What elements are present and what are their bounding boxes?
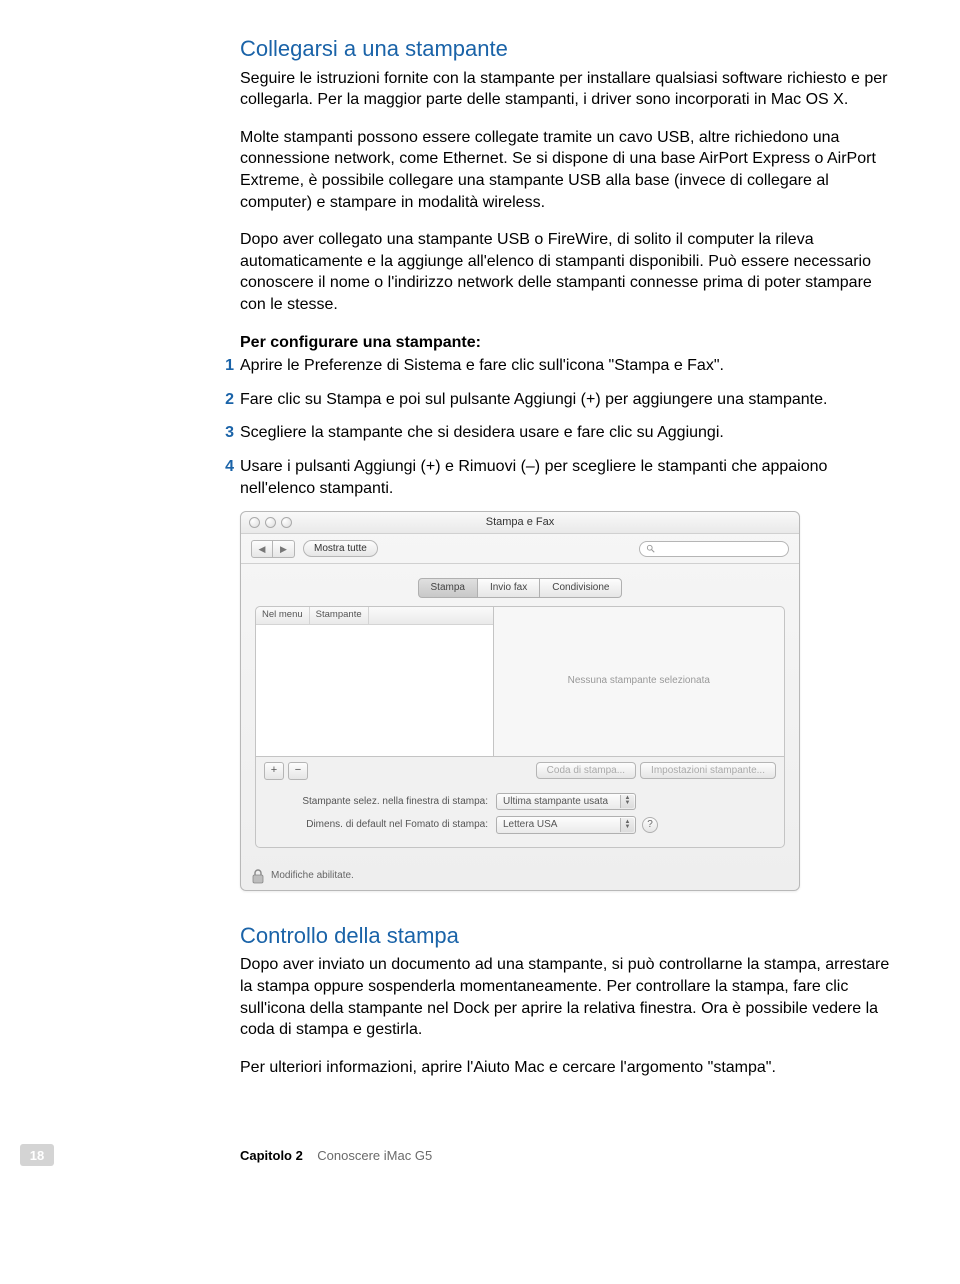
- default-size-label: Dimens. di default nel Fomato di stampa:: [266, 818, 496, 832]
- lock-icon[interactable]: [251, 868, 265, 884]
- tab-invio-fax[interactable]: Invio fax: [478, 578, 540, 598]
- add-printer-button[interactable]: +: [264, 762, 284, 780]
- step-item: Usare i pulsanti Aggiungi (+) e Rimuovi …: [218, 456, 890, 499]
- printer-detail-pane: Nessuna stampante selezionata: [494, 607, 784, 756]
- printer-settings-button[interactable]: Impostazioni stampante...: [640, 762, 776, 780]
- col-printer: Stampante: [310, 607, 369, 624]
- steps-list: Aprire le Preferenze di Sistema e fare c…: [218, 355, 890, 499]
- no-printer-text: Nessuna stampante selezionata: [568, 674, 710, 688]
- page-number: 18: [20, 1144, 54, 1166]
- popup-value: Lettera USA: [503, 819, 557, 830]
- footer-chapter: Capitolo 2: [240, 1148, 303, 1163]
- nav-buttons: ◀ ▶: [251, 540, 295, 558]
- paragraph: Seguire le istruzioni fornite con la sta…: [240, 68, 890, 111]
- footer-title: Conoscere iMac G5: [317, 1148, 432, 1163]
- forward-button[interactable]: ▶: [273, 540, 295, 558]
- tab-stampa[interactable]: Stampa: [418, 578, 478, 598]
- search-icon: [646, 544, 655, 553]
- printer-list[interactable]: Nel menu Stampante: [256, 607, 494, 756]
- window-titlebar: Stampa e Fax: [241, 512, 799, 534]
- search-input[interactable]: [639, 541, 789, 557]
- selected-printer-popup[interactable]: Ultima stampante usata ▲▼: [496, 793, 636, 811]
- window-toolbar: ◀ ▶ Mostra tutte: [241, 534, 799, 564]
- section-heading-connect: Collegarsi a una stampante: [240, 34, 890, 64]
- step-item: Aprire le Preferenze di Sistema e fare c…: [218, 355, 890, 377]
- page-footer: 18 Capitolo 2 Conoscere iMac G5: [0, 1114, 960, 1186]
- default-size-popup[interactable]: Lettera USA ▲▼: [496, 816, 636, 834]
- paragraph: Dopo aver inviato un documento ad una st…: [240, 954, 890, 1040]
- col-in-menu: Nel menu: [256, 607, 310, 624]
- tab-bar: Stampa Invio fax Condivisione: [255, 578, 785, 598]
- paragraph: Per ulteriori informazioni, aprire l'Aiu…: [240, 1057, 890, 1079]
- paragraph: Molte stampanti possono essere collegate…: [240, 127, 890, 213]
- list-header: Nel menu Stampante: [256, 607, 493, 625]
- prefs-window: Stampa e Fax ◀ ▶ Mostra tutte Stampa Inv…: [240, 511, 800, 891]
- step-item: Scegliere la stampante che si desidera u…: [218, 422, 890, 444]
- lock-row: Modifiche abilitate.: [241, 862, 799, 890]
- print-queue-button[interactable]: Coda di stampa...: [536, 762, 636, 780]
- section-heading-control: Controllo della stampa: [240, 921, 890, 951]
- remove-printer-button[interactable]: −: [288, 762, 308, 780]
- tab-condivisione[interactable]: Condivisione: [540, 578, 622, 598]
- printer-pane: Nel menu Stampante Nessuna stampante sel…: [255, 606, 785, 848]
- steps-heading: Per configurare una stampante:: [240, 332, 890, 354]
- popup-value: Ultima stampante usata: [503, 796, 608, 807]
- show-all-button[interactable]: Mostra tutte: [303, 540, 378, 558]
- chevron-updown-icon: ▲▼: [620, 795, 634, 809]
- back-button[interactable]: ◀: [251, 540, 273, 558]
- chevron-updown-icon: ▲▼: [620, 818, 634, 832]
- lock-text: Modifiche abilitate.: [271, 869, 354, 883]
- help-button[interactable]: ?: [642, 817, 658, 833]
- selected-printer-label: Stampante selez. nella finestra di stamp…: [266, 795, 496, 809]
- step-item: Fare clic su Stampa e poi sul pulsante A…: [218, 389, 890, 411]
- paragraph: Dopo aver collegato una stampante USB o …: [240, 229, 890, 315]
- window-title: Stampa e Fax: [241, 515, 799, 530]
